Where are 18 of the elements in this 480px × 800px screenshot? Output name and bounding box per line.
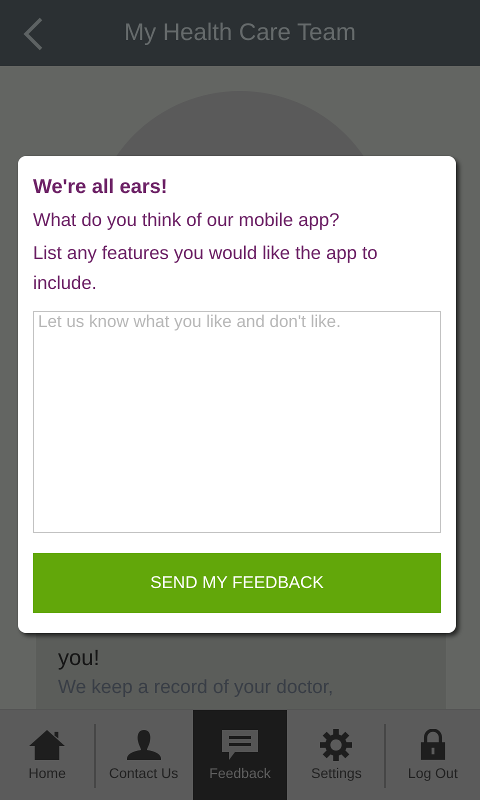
tab-bar-item[interactable]: Contact Us — [96, 710, 191, 800]
send-feedback-button[interactable]: SEND MY FEEDBACK — [33, 553, 441, 613]
dialog-question: What do you think of our mobile app? — [33, 208, 340, 232]
card-heading: you! — [58, 645, 101, 671]
chat-icon — [221, 729, 260, 761]
tab-bar-item[interactable]: Home — [0, 710, 94, 800]
lock-icon — [420, 729, 446, 761]
gear-icon — [320, 729, 352, 761]
back-icon[interactable] — [22, 17, 44, 51]
home-icon — [28, 729, 66, 761]
feedback-field[interactable]: Let us know what you like and don't like. — [33, 311, 441, 533]
page-title: My Health Care Team — [124, 19, 356, 47]
tab-bar-item[interactable]: Feedback — [192, 710, 288, 800]
dialog-prompt: List any features you would like the app to include. — [33, 241, 379, 295]
dialog-title: We're all ears! — [33, 176, 168, 199]
tab-bar-item[interactable]: Log Out — [386, 710, 480, 800]
person-icon — [126, 729, 162, 761]
tab-bar-item[interactable]: Settings — [289, 710, 384, 800]
